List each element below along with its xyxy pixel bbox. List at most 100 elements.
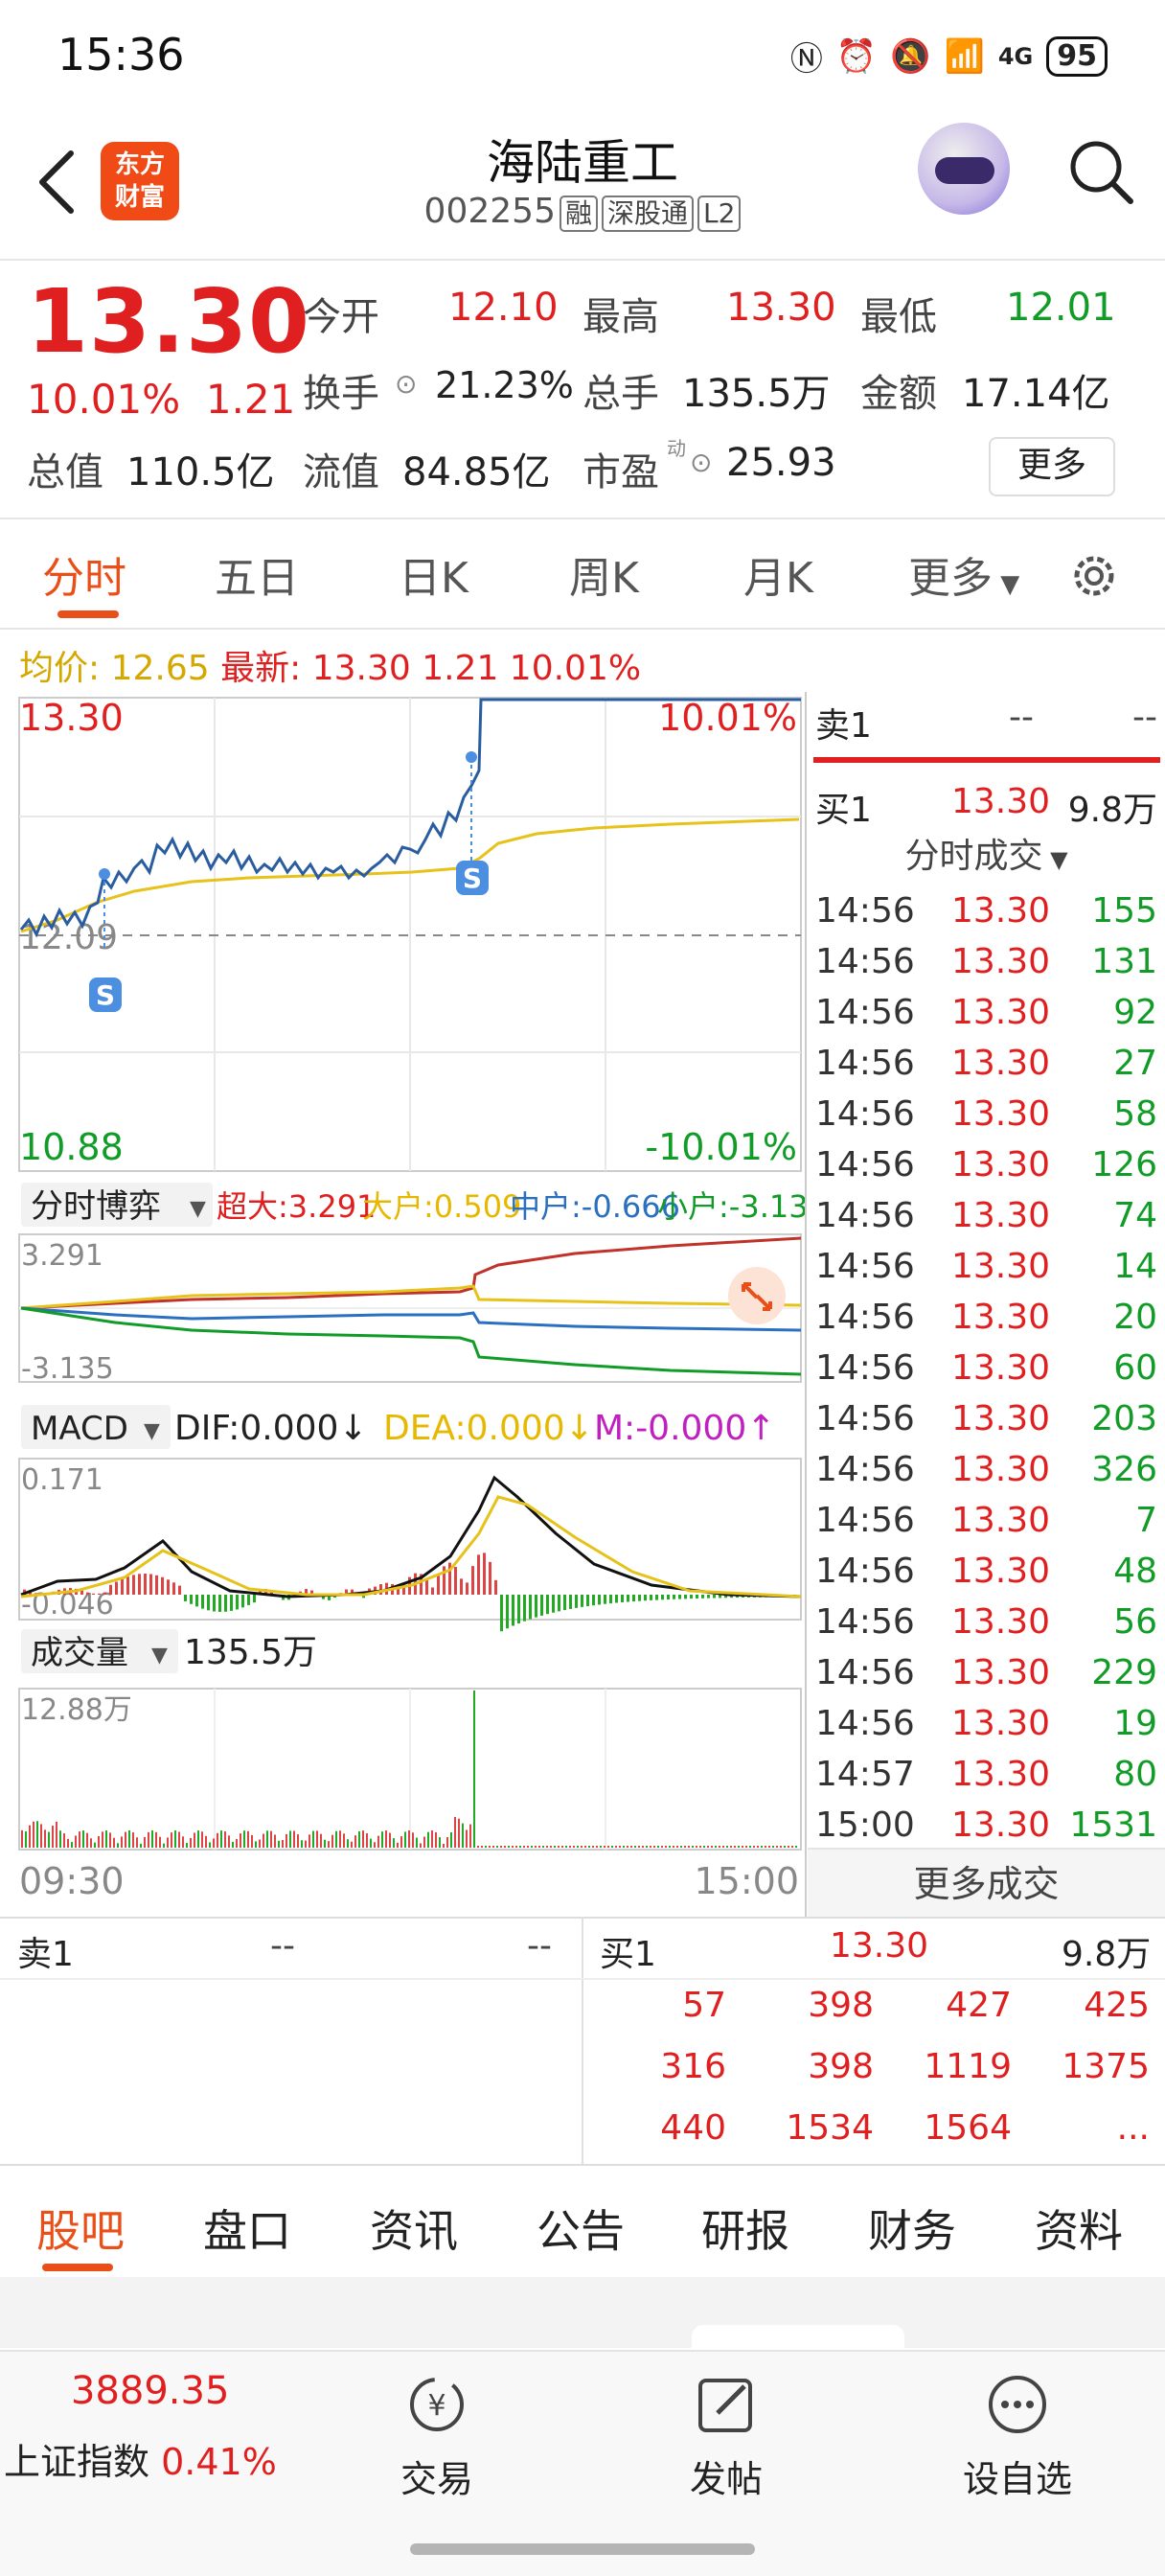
more-trades-button[interactable]: 更多成交 bbox=[808, 1848, 1165, 1917]
volume-bar bbox=[607, 1846, 609, 1848]
bottom-navigation: 3889.35 上证指数 0.41% ¥ 交易 发帖 设自选 bbox=[0, 2350, 1165, 2576]
trade-time: 14:56 bbox=[815, 1501, 915, 1540]
macd-bar bbox=[80, 1590, 83, 1595]
expand-icon[interactable] bbox=[728, 1267, 786, 1324]
high-label: 最高 bbox=[582, 295, 659, 339]
volume-bar bbox=[592, 1846, 594, 1848]
volume-bar bbox=[293, 1830, 295, 1848]
mktcap-label: 总值 bbox=[27, 450, 103, 494]
volume-bar bbox=[753, 1846, 755, 1848]
divider bbox=[0, 1978, 1165, 1980]
tab-research[interactable]: 研报 bbox=[701, 2196, 789, 2260]
alarm-icon: ⏰ bbox=[835, 36, 878, 76]
tab-profile[interactable]: 资料 bbox=[1035, 2196, 1123, 2260]
tab-five-day[interactable]: 五日 bbox=[215, 543, 299, 605]
macd-dif: DIF:0.000↓ bbox=[174, 1409, 368, 1448]
tab-announcements[interactable]: 公告 bbox=[537, 2196, 625, 2260]
volume-bar bbox=[726, 1846, 728, 1848]
volume-bar bbox=[255, 1841, 257, 1848]
tab-daily-k[interactable]: 日K bbox=[399, 543, 468, 605]
tab-market-depth[interactable]: 盘口 bbox=[203, 2196, 291, 2260]
volume-bar bbox=[615, 1846, 617, 1848]
volume-bar bbox=[320, 1833, 322, 1848]
macd-bar bbox=[132, 1575, 135, 1595]
volume-bar bbox=[588, 1846, 590, 1848]
nav-trade[interactable]: ¥ 交易 bbox=[341, 2371, 533, 2502]
volume-bar bbox=[217, 1832, 218, 1848]
s-marker-icon[interactable]: S bbox=[456, 861, 489, 895]
active-tab-underline bbox=[42, 2264, 113, 2271]
volume-bar bbox=[171, 1832, 172, 1848]
volume-bar bbox=[128, 1830, 130, 1848]
volume-bar bbox=[209, 1842, 211, 1848]
robot-visor bbox=[935, 157, 994, 184]
volume-bar bbox=[527, 1846, 529, 1848]
intraday-chart-area[interactable]: 13.30 12.09 10.88 10.01% -10.01% S S 分时博… bbox=[0, 690, 808, 1917]
more-quote-button[interactable]: 更多 bbox=[989, 437, 1115, 496]
volume-bar bbox=[435, 1831, 437, 1848]
index-value[interactable]: 3889.35 bbox=[71, 2369, 229, 2413]
trade-price: 13.30 bbox=[951, 891, 1051, 931]
macd-bar bbox=[86, 1592, 89, 1595]
nav-post[interactable]: 发帖 bbox=[630, 2371, 822, 2502]
index-line[interactable]: 上证指数 0.41% bbox=[4, 2432, 277, 2485]
home-indicator[interactable] bbox=[410, 2543, 755, 2555]
volume-bar bbox=[627, 1846, 628, 1848]
volume-bar bbox=[604, 1846, 605, 1848]
content-subtab[interactable] bbox=[692, 2325, 904, 2348]
tab-financials[interactable]: 财务 bbox=[868, 2196, 956, 2260]
tab-forum[interactable]: 股吧 bbox=[36, 2196, 125, 2260]
volume-bar bbox=[282, 1840, 284, 1848]
turnover-label: 换手 bbox=[303, 372, 379, 416]
s-marker-icon[interactable]: S bbox=[89, 978, 122, 1012]
volume-bar bbox=[699, 1846, 701, 1848]
volume-bar bbox=[324, 1839, 326, 1848]
macd-bar bbox=[517, 1595, 520, 1623]
content-tabs: 股吧 盘口 资讯 公告 研报 财务 资料 bbox=[0, 2168, 1165, 2273]
order-book: 卖1 -- -- 买1 13.30 9.8万 57 398 427 425 316 398… bbox=[0, 1917, 1165, 2164]
flow-large-line bbox=[20, 1284, 802, 1310]
volume-bar bbox=[558, 1846, 560, 1848]
info-icon[interactable]: ⊙ bbox=[395, 368, 417, 400]
trades-title[interactable]: 分时成交 ▼ bbox=[808, 828, 1165, 886]
volume-bar bbox=[780, 1846, 782, 1848]
tab-more[interactable]: 更多 ▼ bbox=[908, 543, 1019, 605]
volume-bar bbox=[236, 1838, 238, 1848]
change-pct: 10.01% bbox=[27, 376, 181, 423]
info-icon[interactable]: ⊙ bbox=[690, 447, 712, 478]
dropdown-icon: ▼ bbox=[144, 1419, 160, 1443]
pe-dynamic-tag: 动 bbox=[667, 437, 686, 460]
macd-bar bbox=[638, 1595, 641, 1601]
trade-row: 14:56 13.30 131 bbox=[808, 936, 1165, 987]
tab-news[interactable]: 资讯 bbox=[370, 2196, 458, 2260]
volume-bar bbox=[44, 1829, 46, 1848]
volume-bar bbox=[56, 1821, 57, 1848]
settings-gear-icon[interactable] bbox=[1065, 547, 1123, 605]
volume-bar bbox=[749, 1846, 751, 1848]
volume-bar bbox=[29, 1825, 31, 1848]
flow-y-bottom: -3.135 bbox=[21, 1352, 114, 1386]
tab-intraday[interactable]: 分时 bbox=[42, 543, 126, 605]
volume-bar bbox=[205, 1835, 207, 1848]
volume-bar bbox=[182, 1836, 184, 1848]
nav-add-watchlist[interactable]: 设自选 bbox=[922, 2371, 1113, 2502]
avg-value: 12.65 bbox=[110, 649, 210, 688]
trade-row: 14:56 13.30 19 bbox=[808, 1698, 1165, 1749]
tab-weekly-k[interactable]: 周K bbox=[569, 543, 639, 605]
trade-time: 14:56 bbox=[815, 891, 915, 931]
trade-price: 13.30 bbox=[951, 1145, 1051, 1184]
trade-row: 14:56 13.30 126 bbox=[808, 1139, 1165, 1190]
volume-bar bbox=[427, 1831, 429, 1848]
tab-monthly-k[interactable]: 月K bbox=[743, 543, 813, 605]
macd-bar bbox=[121, 1578, 124, 1595]
volume-bar bbox=[105, 1830, 107, 1848]
search-icon[interactable] bbox=[1063, 134, 1140, 211]
volume-bar bbox=[485, 1846, 487, 1848]
queue-order: 425 bbox=[1084, 1986, 1150, 2025]
macd-bar bbox=[230, 1595, 233, 1611]
volume-bar bbox=[259, 1839, 261, 1848]
svg-text:S: S bbox=[463, 862, 482, 894]
trade-time: 14:56 bbox=[815, 1298, 915, 1337]
volume-bar bbox=[132, 1832, 134, 1848]
queue-order: 440 bbox=[660, 2108, 726, 2148]
